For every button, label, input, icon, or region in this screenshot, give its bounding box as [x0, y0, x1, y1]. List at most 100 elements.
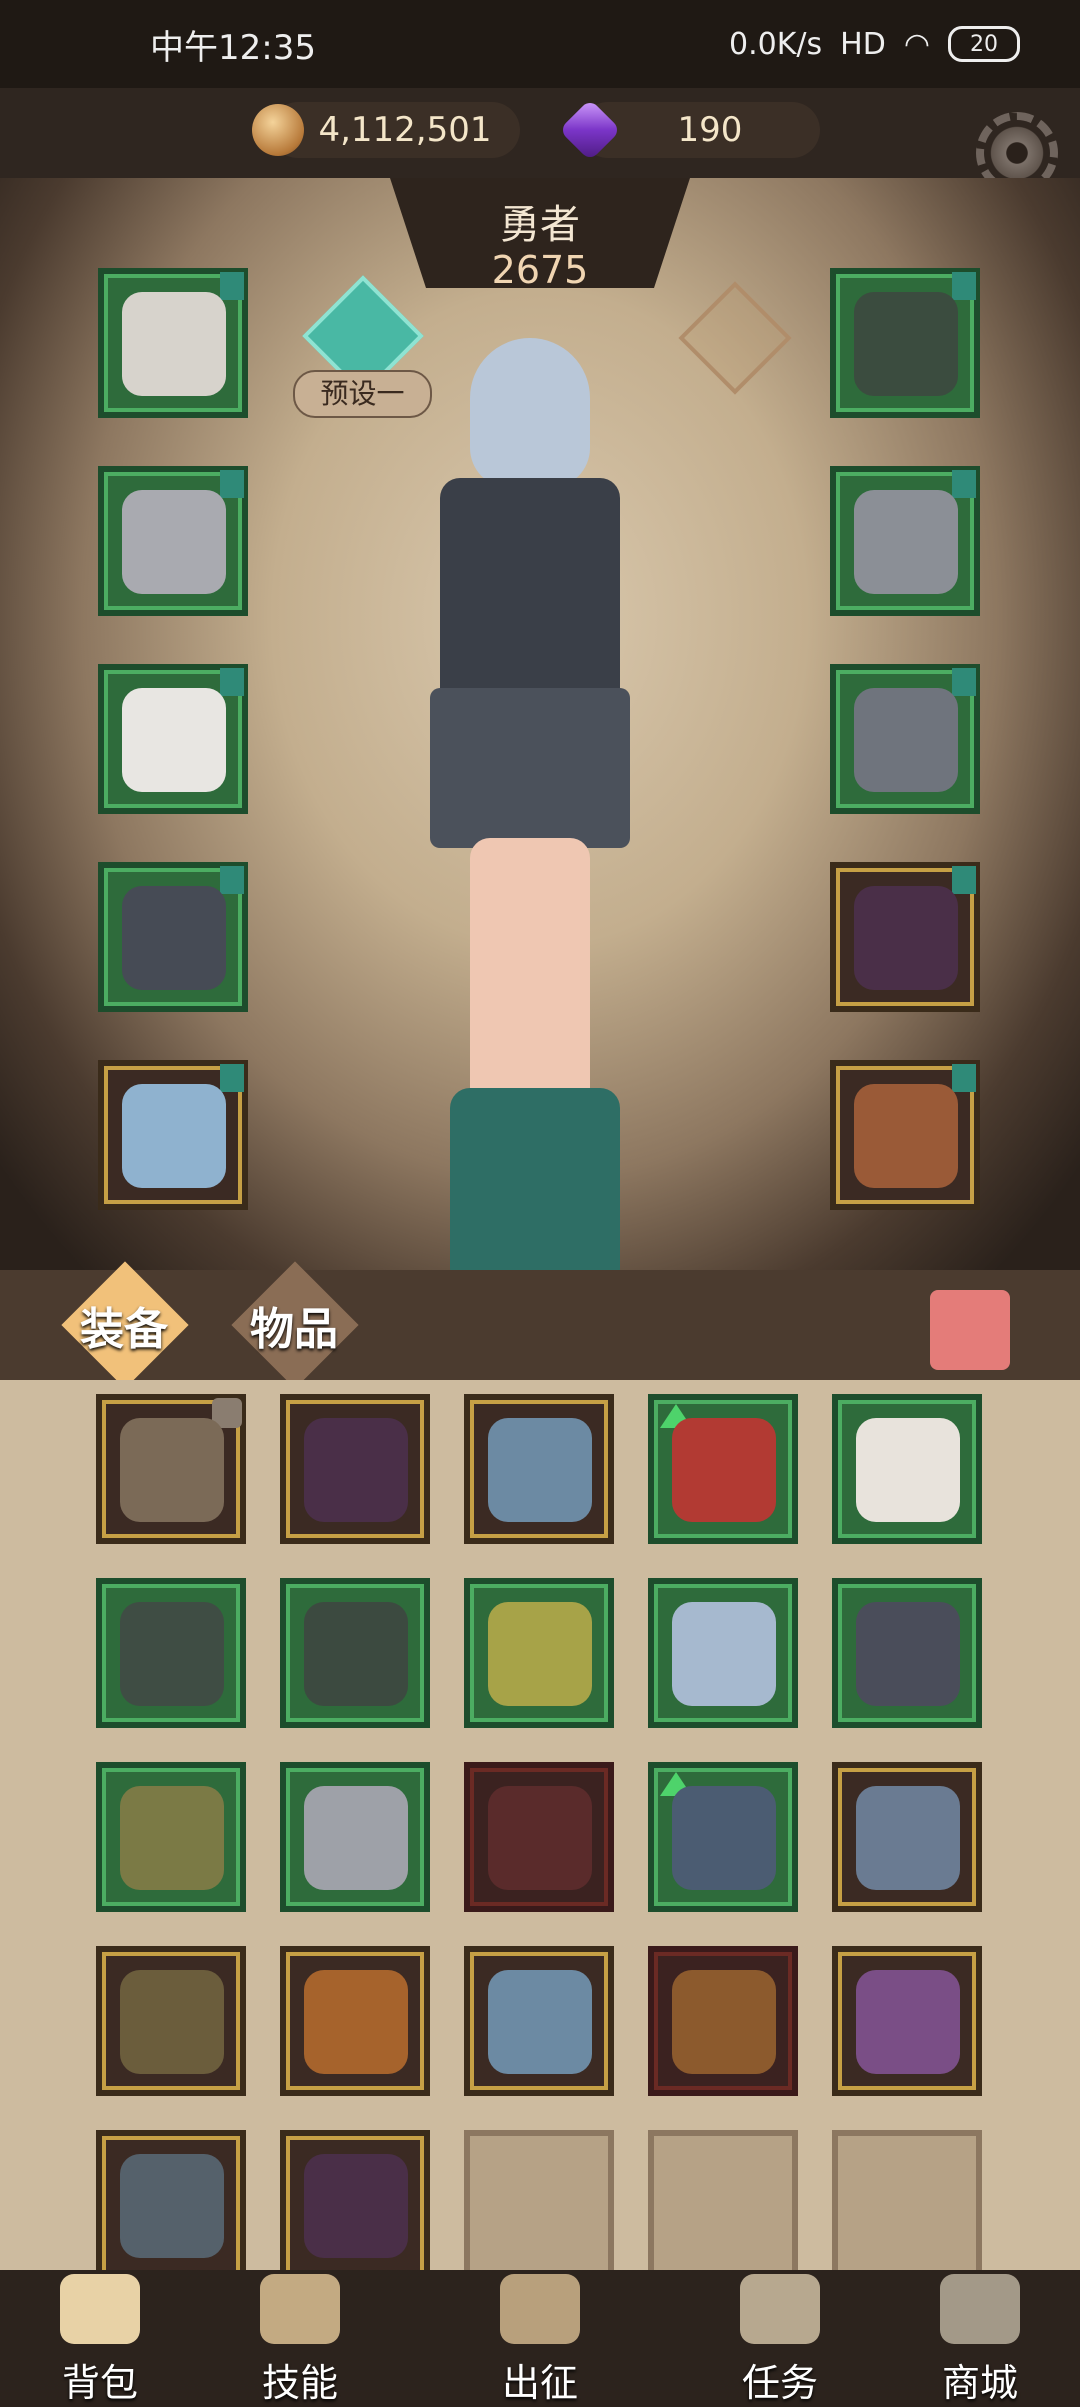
inventory-item[interactable]	[832, 1394, 982, 1544]
inventory-item[interactable]	[96, 1946, 246, 2096]
nav-battle-label: 出征	[501, 2361, 578, 2405]
inventory-item[interactable]	[96, 2130, 246, 2280]
trash-icon[interactable]	[930, 1290, 1010, 1370]
inventory-item[interactable]	[464, 1578, 614, 1728]
maid-top-icon	[122, 490, 226, 594]
tab-equipment[interactable]: 装备	[60, 1261, 189, 1389]
gem-icon	[558, 98, 622, 162]
slot-tag	[220, 272, 244, 300]
slot-tag	[952, 1064, 976, 1092]
slot-tag	[220, 866, 244, 894]
shop-crown-icon	[940, 2274, 1020, 2344]
skirt-icon	[122, 886, 226, 990]
inventory-item[interactable]	[280, 1578, 430, 1728]
inventory-empty-slot[interactable]	[648, 2130, 798, 2280]
tab-equipment-label: 装备	[80, 1304, 168, 1355]
equip-slot-gloves[interactable]	[98, 664, 248, 814]
golden-armor-icon	[120, 1786, 224, 1890]
inventory-item[interactable]	[280, 2130, 430, 2280]
obelisk-icon	[120, 2154, 224, 2258]
tab-items[interactable]: 物品	[230, 1261, 359, 1389]
nav-battle[interactable]: 出征	[460, 2270, 620, 2405]
hero-skirt	[430, 688, 630, 848]
slot-tag	[220, 668, 244, 696]
inventory-item[interactable]	[832, 1578, 982, 1728]
character-panel: 勇者 2675 预设一	[0, 178, 1080, 1288]
network-speed: 0.0K/s	[729, 26, 823, 62]
dark-shard-icon	[672, 1786, 776, 1890]
equip-slot-legs[interactable]	[98, 862, 248, 1012]
eye-staff-icon	[856, 1970, 960, 2074]
inventory-item[interactable]	[96, 1762, 246, 1912]
inventory-item[interactable]	[648, 1946, 798, 2096]
equip-slot-ring-1[interactable]	[830, 466, 980, 616]
hero-legs	[470, 838, 590, 1108]
nav-skills-label: 技能	[261, 2361, 338, 2405]
ring-red-icon	[854, 490, 958, 594]
inventory-empty-slot[interactable]	[464, 2130, 614, 2280]
inventory-item[interactable]	[464, 1762, 614, 1912]
slot-tag	[220, 1064, 244, 1092]
inventory-item[interactable]	[832, 1946, 982, 2096]
inventory-item[interactable]	[832, 1762, 982, 1912]
gold-amount: 4,112,501	[318, 110, 492, 150]
status-icons: 0.0K/s HD ◠ 20	[729, 26, 1020, 62]
ring-blue-icon	[854, 688, 958, 792]
inventory-item[interactable]	[280, 1946, 430, 2096]
inventory-item[interactable]	[464, 1394, 614, 1544]
inventory-empty-slot[interactable]	[832, 2130, 982, 2280]
equip-slot-weapon[interactable]	[830, 862, 980, 1012]
red-hood-icon	[672, 1418, 776, 1522]
frill-cuffs-icon	[122, 688, 226, 792]
inventory-item[interactable]	[648, 1394, 798, 1544]
wifi-icon: ◠	[903, 26, 930, 62]
white-pants-icon	[856, 1418, 960, 1522]
golden-gauntlet-icon	[488, 1602, 592, 1706]
hero-boots	[450, 1088, 620, 1288]
status-bar: 中午12:35 0.0K/s HD ◠ 20	[0, 0, 1080, 88]
dragon-ring-icon	[120, 1418, 224, 1522]
nav-skills[interactable]: 技能	[220, 2270, 380, 2405]
inventory-tabs: 装备 物品	[0, 1261, 1080, 1389]
nav-backpack-label: 背包	[61, 2361, 138, 2405]
equip-slot-head[interactable]	[98, 268, 248, 418]
inventory-item[interactable]	[280, 1394, 430, 1544]
inventory-item[interactable]	[648, 1762, 798, 1912]
mirror-amulet-icon	[120, 1602, 224, 1706]
inventory-item[interactable]	[648, 1578, 798, 1728]
equip-slot-necklace[interactable]	[830, 268, 980, 418]
wand-icon	[304, 1418, 408, 1522]
nav-tasks[interactable]: 任务	[700, 2270, 860, 2405]
signal-icon: HD	[840, 26, 886, 62]
blue-orb-staff-icon	[856, 1786, 960, 1890]
cracked-cloak-icon	[488, 1786, 592, 1890]
hero-name: 勇者	[500, 202, 580, 248]
gold-counter[interactable]: 4,112,501	[252, 102, 520, 158]
flower-bow-icon	[120, 1970, 224, 2074]
alchemist-coat-icon	[304, 1602, 408, 1706]
inventory-item[interactable]	[96, 1578, 246, 1728]
resource-bar: 4,112,501 190	[0, 88, 1080, 178]
antler-staff-icon	[304, 1970, 408, 2074]
hero-head	[470, 338, 590, 488]
inventory-item[interactable]	[280, 1762, 430, 1912]
inventory-item[interactable]	[96, 1394, 246, 1544]
nav-shop[interactable]: 商城	[900, 2270, 1060, 2405]
ice-crown-icon	[672, 1602, 776, 1706]
slot-tag	[220, 470, 244, 498]
gem-counter[interactable]: 190	[558, 98, 820, 162]
dark-pants-icon	[856, 1602, 960, 1706]
nav-backpack[interactable]: 背包	[20, 2270, 180, 2405]
equip-slot-boots[interactable]	[98, 1060, 248, 1210]
inventory-item[interactable]	[464, 1946, 614, 2096]
equip-slot-ring-2[interactable]	[830, 664, 980, 814]
boots-icon	[122, 1084, 226, 1188]
maid-top-icon	[304, 1786, 408, 1890]
equip-slot-offhand[interactable]	[830, 1060, 980, 1210]
equip-slot-body[interactable]	[98, 466, 248, 616]
spear-icon	[672, 1970, 776, 2074]
nav-shop-label: 商城	[941, 2361, 1018, 2405]
battery-icon: 20	[948, 26, 1020, 62]
backpack-icon	[60, 2274, 140, 2344]
character-info-icon[interactable]	[678, 281, 792, 395]
